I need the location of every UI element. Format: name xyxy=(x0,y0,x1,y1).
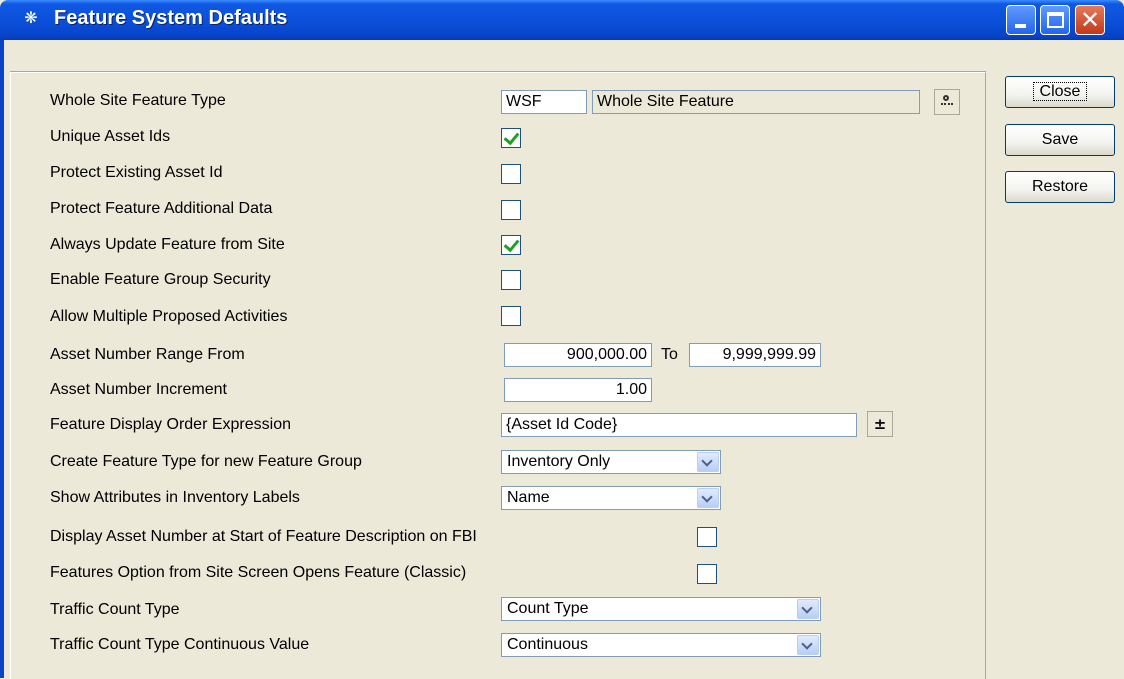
whole-site-feature-type-label: Whole Site Feature Type xyxy=(50,92,226,109)
traffic-count-type-label: Traffic Count Type xyxy=(50,601,180,618)
show-attributes-value: Name xyxy=(507,489,550,506)
traffic-count-type-select[interactable]: Count Type xyxy=(501,597,821,621)
display-asset-number-checkbox[interactable] xyxy=(697,527,717,547)
chevron-down-icon[interactable] xyxy=(797,635,819,655)
window-frame xyxy=(0,40,4,678)
create-feature-type-value: Inventory Only xyxy=(507,453,611,470)
asset-number-to-input[interactable]: 9,999,999.99 xyxy=(689,343,821,367)
app-gear-icon: ❋ xyxy=(24,10,38,27)
maximize-button[interactable] xyxy=(1040,5,1070,35)
protect-feature-additional-data-label: Protect Feature Additional Data xyxy=(50,200,273,217)
traffic-count-continuous-select[interactable]: Continuous xyxy=(501,633,821,657)
lookup-button[interactable] xyxy=(934,89,960,115)
create-feature-type-label: Create Feature Type for new Feature Grou… xyxy=(50,453,362,470)
traffic-count-continuous-value: Continuous xyxy=(507,636,588,653)
window-title: Feature System Defaults xyxy=(54,7,288,29)
unique-asset-ids-checkbox[interactable] xyxy=(501,128,521,148)
whole-site-feature-description: Whole Site Feature xyxy=(592,90,920,114)
enable-feature-group-security-label: Enable Feature Group Security xyxy=(50,271,271,288)
features-option-label: Features Option from Site Screen Opens F… xyxy=(50,564,467,581)
protect-existing-asset-id-checkbox[interactable] xyxy=(501,164,521,184)
save-button[interactable]: Save xyxy=(1005,124,1115,156)
protect-existing-asset-id-label: Protect Existing Asset Id xyxy=(50,164,223,181)
chevron-down-icon[interactable] xyxy=(797,599,819,619)
traffic-count-type-value: Count Type xyxy=(507,600,589,617)
maximize-icon xyxy=(1047,12,1064,28)
display-asset-number-label: Display Asset Number at Start of Feature… xyxy=(50,528,477,545)
close-button[interactable]: Close xyxy=(1005,76,1115,108)
enable-feature-group-security-checkbox[interactable] xyxy=(501,270,521,290)
expression-builder-button[interactable]: ± xyxy=(867,411,893,437)
chevron-down-icon[interactable] xyxy=(697,488,719,508)
feature-system-defaults-window: ❋ Feature System Defaults ✕ Whole Site F… xyxy=(0,0,1124,679)
minimize-icon xyxy=(1015,24,1026,28)
protect-feature-additional-data-checkbox[interactable] xyxy=(501,200,521,220)
asset-number-increment-label: Asset Number Increment xyxy=(50,381,227,398)
feature-display-order-input[interactable]: {Asset Id Code} xyxy=(501,413,857,437)
feature-display-order-label: Feature Display Order Expression xyxy=(50,416,291,433)
create-feature-type-select[interactable]: Inventory Only xyxy=(501,450,721,474)
unique-asset-ids-label: Unique Asset Ids xyxy=(50,128,171,145)
restore-button[interactable]: Restore xyxy=(1005,171,1115,203)
asset-number-increment-input[interactable]: 1.00 xyxy=(504,378,652,402)
traffic-count-continuous-label: Traffic Count Type Continuous Value xyxy=(50,636,310,653)
close-window-button[interactable]: ✕ xyxy=(1075,5,1105,35)
show-attributes-select[interactable]: Name xyxy=(501,486,721,510)
always-update-feature-checkbox[interactable] xyxy=(501,235,521,255)
whole-site-feature-code-input[interactable]: WSF xyxy=(501,90,587,114)
minimize-button[interactable] xyxy=(1006,5,1036,35)
allow-multiple-proposed-activities-checkbox[interactable] xyxy=(501,306,521,326)
show-attributes-label: Show Attributes in Inventory Labels xyxy=(50,489,300,506)
asset-number-from-input[interactable]: 900,000.00 xyxy=(504,343,652,367)
lookup-icon xyxy=(941,95,953,107)
close-icon: ✕ xyxy=(1079,6,1101,34)
title-bar[interactable]: ❋ Feature System Defaults ✕ xyxy=(0,0,1124,40)
allow-multiple-proposed-activities-label: Allow Multiple Proposed Activities xyxy=(50,308,288,325)
asset-number-to-label: To xyxy=(661,346,678,363)
chevron-down-icon[interactable] xyxy=(697,452,719,472)
plus-minus-icon: ± xyxy=(873,415,887,433)
always-update-feature-label: Always Update Feature from Site xyxy=(50,236,285,253)
features-option-checkbox[interactable] xyxy=(697,564,717,584)
asset-number-range-label: Asset Number Range From xyxy=(50,346,245,363)
